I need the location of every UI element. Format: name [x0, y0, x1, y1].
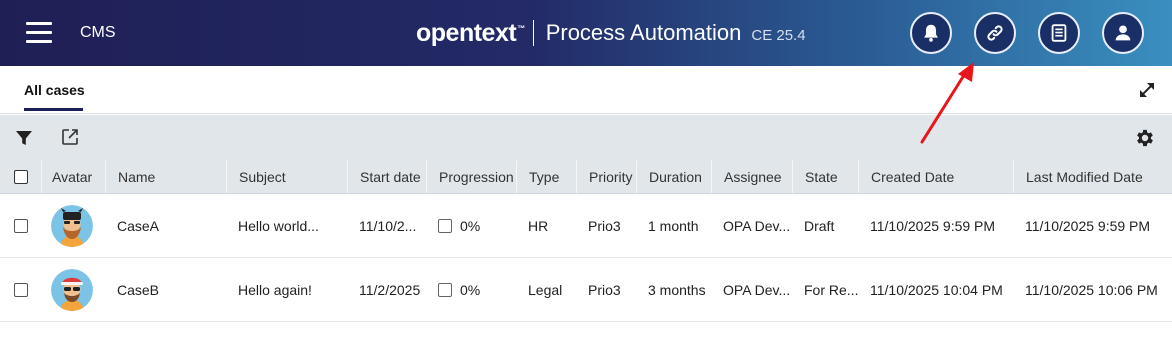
avatar-cell [51, 258, 95, 321]
grid-toolbar [0, 115, 1172, 160]
column-header-state[interactable]: State [793, 160, 859, 193]
column-header-name[interactable]: Name [106, 160, 227, 193]
select-all-checkbox[interactable] [13, 169, 28, 184]
filter-icon[interactable] [14, 128, 34, 148]
link-icon [987, 25, 1003, 41]
active-tab-indicator [24, 108, 83, 111]
case-type: Legal [528, 281, 563, 298]
case-state: Draft [804, 217, 835, 234]
case-progression: 0% [427, 258, 517, 321]
case-type: HR [528, 217, 549, 234]
case-created-date: 11/10/2025 9:59 PM [870, 217, 996, 234]
column-header-priority[interactable]: Priority [577, 160, 637, 193]
row-select-cell [0, 258, 42, 321]
column-header-progression[interactable]: Progression [427, 160, 517, 193]
case-name[interactable]: CaseB [106, 258, 227, 321]
column-header-subject[interactable]: Subject [227, 160, 348, 193]
app-name: CMS [80, 24, 116, 41]
column-header-duration[interactable]: Duration [637, 160, 712, 193]
hamburger-menu-icon[interactable] [26, 22, 52, 44]
notes-button[interactable] [1038, 12, 1080, 54]
case-assignee: OPA Dev... [723, 217, 791, 234]
case-start-date: 11/2/2025 [359, 281, 421, 298]
avatar-cell [51, 194, 95, 257]
expand-icon[interactable] [1137, 80, 1157, 100]
progression-value: 0% [460, 281, 481, 298]
progression-checkbox [438, 218, 452, 233]
app-header: CMS opentext™ Process Automation CE 25.4 [0, 0, 1172, 66]
row-checkbox[interactable] [14, 282, 28, 297]
annotation-arrow [920, 62, 974, 144]
progression-value: 0% [460, 217, 481, 234]
product-name: Process Automation [545, 20, 742, 45]
table-header: Avatar Name Subject Start date Progressi… [0, 160, 1172, 194]
notes-icon [1051, 24, 1067, 42]
case-created-date: 11/10/2025 10:04 PM [870, 281, 1003, 298]
case-duration: 3 months [648, 281, 706, 298]
column-header-type[interactable]: Type [517, 160, 577, 193]
column-header-last-modified-date[interactable]: Last Modified Date [1014, 160, 1172, 193]
table-row[interactable]: CaseA Hello world... 11/10/2... 0% HR Pr… [0, 194, 1172, 258]
row-select-cell [0, 194, 42, 257]
gear-icon[interactable] [1134, 127, 1156, 149]
export-icon[interactable] [60, 127, 80, 147]
case-duration: 1 month [648, 217, 699, 234]
brand: opentext™ Process Automation CE 25.4 [416, 17, 806, 49]
row-checkbox[interactable] [14, 218, 28, 233]
case-state: For Re... [804, 281, 859, 298]
case-subject: Hello again! [238, 281, 312, 298]
column-header-created-date[interactable]: Created Date [859, 160, 1014, 193]
case-progression: 0% [427, 194, 517, 257]
case-start-date: 11/10/2... [359, 217, 417, 234]
tab-bar: All cases [0, 66, 1172, 114]
cases-table: Avatar Name Subject Start date Progressi… [0, 160, 1172, 322]
avatar [51, 204, 93, 247]
case-priority: Prio3 [588, 281, 621, 298]
progression-checkbox [438, 282, 452, 297]
tab-all-cases[interactable]: All cases [24, 82, 85, 98]
case-subject: Hello world... [238, 217, 319, 234]
product-version: CE 25.4 [751, 26, 806, 44]
user-profile-button[interactable] [1102, 12, 1144, 54]
case-name[interactable]: CaseA [106, 194, 227, 257]
avatar [51, 268, 93, 311]
opentext-logo: opentext™ [416, 18, 525, 47]
column-header-assignee[interactable]: Assignee [712, 160, 793, 193]
column-header-avatar[interactable]: Avatar [40, 160, 106, 193]
brand-divider [532, 20, 534, 46]
table-row[interactable]: CaseB Hello again! 11/2/2025 0% Legal Pr… [0, 258, 1172, 322]
case-last-modified-date: 11/10/2025 9:59 PM [1025, 217, 1151, 234]
bell-icon [924, 24, 938, 42]
link-button[interactable] [974, 12, 1016, 54]
case-priority: Prio3 [588, 217, 621, 234]
user-icon [1115, 25, 1131, 41]
notifications-button[interactable] [910, 12, 952, 54]
select-all-cell [0, 160, 42, 193]
case-last-modified-date: 11/10/2025 10:06 PM [1025, 281, 1158, 298]
column-header-start-date[interactable]: Start date [348, 160, 427, 193]
case-assignee: OPA Dev... [723, 281, 791, 298]
